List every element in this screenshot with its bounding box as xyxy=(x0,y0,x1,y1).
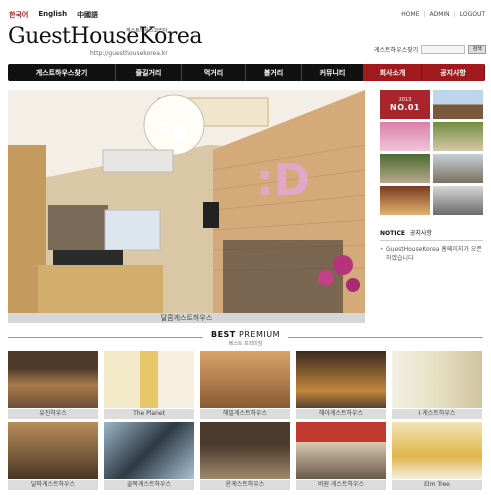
guesthouse-name: 유진하우스 xyxy=(8,409,98,419)
guesthouse-photo xyxy=(8,351,98,408)
guesthouse-name: 비원 게스트하우스 xyxy=(296,480,386,490)
guesthouse-card[interactable]: 해아게스트하우스 xyxy=(296,351,386,419)
thumb-garden[interactable] xyxy=(380,154,430,183)
logout-link[interactable]: LOGOUT xyxy=(460,11,485,18)
guesthouse-photo xyxy=(296,351,386,408)
divider xyxy=(8,337,203,338)
guesthouse-name: I 게스트하우스 xyxy=(392,409,482,419)
divider xyxy=(288,337,483,338)
nav-community[interactable]: 커뮤니티 xyxy=(302,64,364,81)
guesthouse-name: 골목게스트하우스 xyxy=(104,480,194,490)
logo-url: http://guesthousekorea.kr xyxy=(90,50,168,57)
guesthouse-card[interactable]: Elm Tree xyxy=(392,422,482,490)
guesthouse-card[interactable]: 골목게스트하우스 xyxy=(104,422,194,490)
thumb-hanok-roof[interactable] xyxy=(433,90,483,119)
guesthouse-card[interactable]: 윤게스트하우스 xyxy=(200,422,290,490)
notice-box: NOTICE 공지사항 GuestHouseKorea 홈페이지가 오픈하였습니… xyxy=(380,228,483,263)
award-badge[interactable]: 2013 NO.01 xyxy=(380,90,430,119)
guesthouse-name: The Planet xyxy=(104,409,194,419)
search-input[interactable] xyxy=(421,45,466,54)
separator: | xyxy=(453,11,456,18)
best-row-2: 달파게스트하우스 골목게스트하우스 윤게스트하우스 비원 게스트하우스 Elm … xyxy=(8,422,485,490)
guesthouse-name: Elm Tree xyxy=(392,480,482,490)
guesthouse-card[interactable]: 해밀게스트하우스 xyxy=(200,351,290,419)
guesthouse-name: 달파게스트하우스 xyxy=(8,480,98,490)
guesthouse-photo xyxy=(8,422,98,479)
guesthouse-photo xyxy=(392,422,482,479)
guesthouse-card[interactable]: 유진하우스 xyxy=(8,351,98,419)
guesthouse-card[interactable]: 비원 게스트하우스 xyxy=(296,422,386,490)
best-subtitle: 베스트 프리미엄 xyxy=(228,341,263,347)
guesthouse-card[interactable]: 달파게스트하우스 xyxy=(8,422,98,490)
nav-notice[interactable]: 공지사항 xyxy=(422,64,485,81)
guesthouse-interior-photo: :D xyxy=(8,90,365,315)
utility-links: HOME | ADMIN | LOGOUT xyxy=(401,11,485,18)
nav-sights[interactable]: 볼거리 xyxy=(246,64,302,81)
main-nav: 게스트하우스찾기 즐길거리 먹거리 볼거리 커뮤니티 회사소개 공지사항 xyxy=(8,64,485,81)
search-area: 게스트하우스찾기 검색 xyxy=(374,45,487,54)
thumb-hanok-house[interactable] xyxy=(433,122,483,151)
thumb-exterior[interactable] xyxy=(433,186,483,215)
logo-korean: 게스트하우스코리아 xyxy=(126,28,168,34)
best-title-light: PREMIUM xyxy=(239,330,281,339)
notice-title: NOTICE xyxy=(380,230,405,237)
divider xyxy=(380,240,483,241)
best-row-1: 유진하우스 The Planet 해밀게스트하우스 해아게스트하우스 I 게스트… xyxy=(8,351,485,419)
notice-item[interactable]: GuestHouseKorea 홈페이지가 오픈하였습니다 xyxy=(380,245,483,263)
nav-find-guesthouse[interactable]: 게스트하우스찾기 xyxy=(8,64,116,81)
guesthouse-photo xyxy=(104,351,194,408)
notice-subtitle: 공지사항 xyxy=(409,230,432,237)
nav-attractions[interactable]: 즐길거리 xyxy=(116,64,182,81)
lang-korean[interactable]: 한국어 xyxy=(9,10,28,20)
notice-heading[interactable]: NOTICE 공지사항 xyxy=(380,228,483,237)
side-thumbnails: 2013 NO.01 xyxy=(380,90,483,218)
hero-caption: 달콤게스트하우스 xyxy=(8,313,365,323)
lang-chinese[interactable]: 中國語 xyxy=(77,10,98,20)
guesthouse-photo xyxy=(200,351,290,408)
hero-image[interactable]: :D xyxy=(8,90,365,315)
guesthouse-photo xyxy=(392,351,482,408)
badge-label: NO.01 xyxy=(390,103,420,112)
thumb-dining[interactable] xyxy=(380,186,430,215)
separator: | xyxy=(423,11,426,18)
site-logo[interactable]: GuestHouseKorea 게스트하우스코리아 http://guestho… xyxy=(8,24,203,60)
best-premium-heading: BEST PREMIUM 베스트 프리미엄 xyxy=(0,330,491,347)
thumb-pink-room[interactable] xyxy=(380,122,430,151)
guesthouse-card[interactable]: I 게스트하우스 xyxy=(392,351,482,419)
svg-text::D: :D xyxy=(256,155,310,206)
nav-food[interactable]: 먹거리 xyxy=(182,64,246,81)
thumb-building[interactable] xyxy=(433,154,483,183)
guesthouse-photo xyxy=(104,422,194,479)
guesthouse-photo xyxy=(296,422,386,479)
guesthouse-card[interactable]: The Planet xyxy=(104,351,194,419)
home-link[interactable]: HOME xyxy=(401,11,419,18)
language-switcher: 한국어 English 中國語 xyxy=(9,10,98,20)
best-title-bold: BEST xyxy=(210,330,236,339)
guesthouse-photo xyxy=(200,422,290,479)
guesthouse-name: 해밀게스트하우스 xyxy=(200,409,290,419)
admin-link[interactable]: ADMIN xyxy=(430,11,450,18)
search-button[interactable]: 검색 xyxy=(468,45,487,54)
lang-english[interactable]: English xyxy=(38,10,67,20)
nav-about[interactable]: 회사소개 xyxy=(364,64,422,81)
guesthouse-name: 윤게스트하우스 xyxy=(200,480,290,490)
guesthouse-name: 해아게스트하우스 xyxy=(296,409,386,419)
search-label: 게스트하우스찾기 xyxy=(374,47,419,54)
